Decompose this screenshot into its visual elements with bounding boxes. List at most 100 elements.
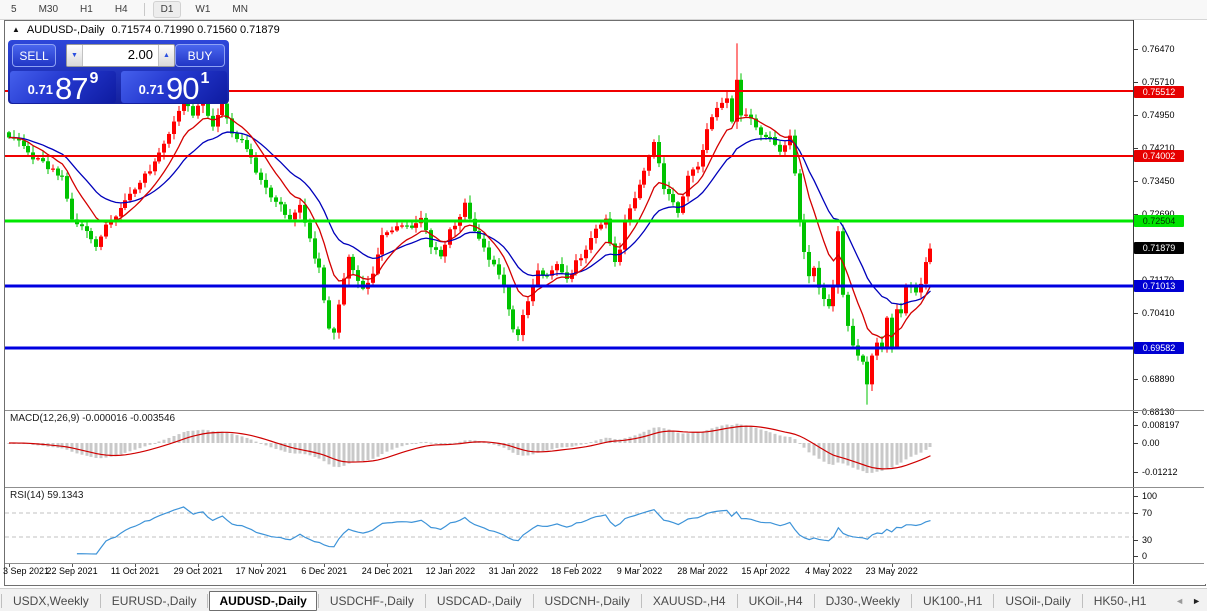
sell-button[interactable]: SELL bbox=[12, 44, 56, 67]
rsi-tick-label: 0 bbox=[1142, 551, 1148, 561]
sell-price-prefix: 0.71 bbox=[27, 82, 53, 97]
axis-tick-mark bbox=[1134, 313, 1138, 314]
price-tick-label: 0.70410 bbox=[1142, 308, 1175, 318]
buy-price-big: 90 bbox=[165, 71, 199, 106]
timeframe-button-m30[interactable]: M30 bbox=[31, 1, 66, 18]
buy-price-display[interactable]: 0.71 90 1 bbox=[121, 70, 227, 106]
symbol-tab-usdchf-daily[interactable]: USDCHF-,Daily bbox=[320, 591, 424, 611]
one-click-trading-panel: SELL ▼ 2.00 ▲ BUY 0.71 87 9 0.71 90 1 bbox=[8, 40, 229, 104]
rsi-tick-label: 100 bbox=[1142, 491, 1158, 501]
symbol-tab-bar: USDX,Weekly EURUSD-,Daily AUDUSD-,Daily USD… bbox=[0, 588, 1207, 611]
date-tick-label: 23 May 2022 bbox=[865, 566, 918, 576]
tab-separator bbox=[993, 593, 995, 608]
tab-separator bbox=[640, 593, 642, 608]
symbol-tab-usdcnh-daily[interactable]: USDCNH-,Daily bbox=[535, 591, 640, 611]
symbol-tab-uk100-h1[interactable]: UK100-,H1 bbox=[913, 591, 992, 611]
chart-symbol-title: AUDUSD-,Daily bbox=[26, 24, 105, 36]
timeframe-button-mn[interactable]: MN bbox=[224, 1, 256, 18]
volume-field[interactable]: 2.00 bbox=[83, 45, 158, 66]
axis-tick-mark bbox=[1134, 513, 1138, 514]
axis-tick-mark bbox=[1134, 556, 1138, 557]
date-tick-label: 28 Mar 2022 bbox=[677, 566, 728, 576]
timeframe-button-5[interactable]: 5 bbox=[3, 1, 25, 18]
symbol-tab-xauusd-h4[interactable]: XAUUSD-,H4 bbox=[643, 591, 736, 611]
symbol-tab-usoil-daily[interactable]: USOil-,Daily bbox=[995, 591, 1080, 611]
tab-list: USDX,Weekly EURUSD-,Daily AUDUSD-,Daily USD… bbox=[0, 590, 1157, 611]
price-tick-label: 0.74950 bbox=[1142, 110, 1175, 120]
axis-tick-mark bbox=[1134, 472, 1138, 473]
volume-increase-button[interactable]: ▲ bbox=[158, 45, 174, 66]
macd-indicator-label: MACD(12,26,9) -0.000016 -0.003546 bbox=[10, 413, 176, 424]
macd-tick-label: 0.008197 bbox=[1142, 420, 1180, 430]
rsi-panel-separator bbox=[5, 487, 1204, 488]
rsi-tick-label: 70 bbox=[1142, 508, 1153, 518]
price-tick-label: 0.68130 bbox=[1142, 407, 1175, 417]
buy-button[interactable]: BUY bbox=[175, 44, 225, 67]
symbol-tab-usdcad-daily[interactable]: USDCAD-,Daily bbox=[427, 591, 532, 611]
date-tick-label: 18 Feb 2022 bbox=[551, 566, 602, 576]
date-tick-label: 3 Sep 2021 bbox=[3, 566, 50, 576]
date-tick-label: 9 Mar 2022 bbox=[616, 566, 663, 576]
axis-tick-mark bbox=[1134, 443, 1138, 444]
volume-decrease-button[interactable]: ▼ bbox=[67, 45, 83, 66]
date-tick-label: 29 Oct 2021 bbox=[173, 566, 223, 576]
price-tick-label: 0.68890 bbox=[1142, 374, 1175, 384]
macd-panel-separator bbox=[5, 410, 1204, 411]
axis-tick-mark bbox=[1134, 82, 1138, 83]
date-axis-separator bbox=[5, 563, 1204, 564]
price-level-badge: 0.75512 bbox=[1134, 86, 1184, 98]
rsi-indicator-label: RSI(14) 59.1343 bbox=[10, 490, 84, 501]
date-tick-label: 15 Apr 2022 bbox=[741, 566, 790, 576]
volume-spinner: ▼ 2.00 ▲ bbox=[66, 44, 175, 67]
tab-separator bbox=[532, 593, 534, 608]
price-level-badge: 0.72504 bbox=[1134, 215, 1184, 227]
price-level-badge: 0.69582 bbox=[1134, 342, 1184, 354]
tab-separator bbox=[99, 593, 101, 608]
axis-tick-mark bbox=[1134, 49, 1138, 50]
buy-price-prefix: 0.71 bbox=[138, 82, 164, 97]
date-tick-label: 24 Dec 2021 bbox=[361, 566, 413, 576]
date-tick-label: 31 Jan 2022 bbox=[488, 566, 539, 576]
axis-tick-mark bbox=[1134, 379, 1138, 380]
symbol-tab-ukoil-h4[interactable]: UKOil-,H4 bbox=[739, 591, 813, 611]
tabs-scroll-right-icon[interactable]: ► bbox=[1192, 596, 1201, 606]
timeframe-button-h1[interactable]: H1 bbox=[72, 1, 101, 18]
symbol-tab-eurusd-daily[interactable]: EURUSD-,Daily bbox=[102, 591, 207, 611]
date-tick-label: 22 Sep 2021 bbox=[46, 566, 98, 576]
tab-separator bbox=[736, 593, 738, 608]
date-tick-label: 11 Oct 2021 bbox=[110, 566, 160, 576]
tab-separator bbox=[911, 593, 913, 608]
price-tick-label: 0.73450 bbox=[1142, 176, 1175, 186]
symbol-tab-usdx-weekly[interactable]: USDX,Weekly bbox=[3, 591, 99, 611]
symbol-tab-dj30-weekly[interactable]: DJ30-,Weekly bbox=[816, 591, 910, 611]
ohlc-quotes: 0.71574 0.71990 0.71560 0.71879 bbox=[111, 24, 280, 36]
timeframe-button-w1[interactable]: W1 bbox=[187, 1, 218, 18]
macd-tick-label: 0.00 bbox=[1142, 438, 1160, 448]
triangle-down-icon: ▼ bbox=[71, 52, 78, 59]
price-axis[interactable]: 0.76470 0.75710 0.74950 0.74210 0.73450 0.726… bbox=[1133, 20, 1206, 584]
buy-price-sup: 1 bbox=[200, 70, 210, 87]
axis-tick-mark bbox=[1134, 148, 1138, 149]
price-level-badge: 0.74002 bbox=[1134, 150, 1184, 162]
tab-separator bbox=[317, 593, 319, 608]
toolbar-separator bbox=[143, 3, 145, 16]
macd-tick-label: -0.01212 bbox=[1142, 467, 1178, 477]
tabs-scroll-left-icon[interactable]: ◄ bbox=[1175, 596, 1184, 606]
axis-tick-mark bbox=[1134, 115, 1138, 116]
price-level-badge: 0.71879 bbox=[1134, 242, 1184, 254]
timeframe-button-d1[interactable]: D1 bbox=[152, 1, 182, 18]
symbol-tab-audusd-daily[interactable]: AUDUSD-,Daily bbox=[209, 590, 317, 611]
chart-title-row: ▲ AUDUSD-,Daily 0.71574 0.71990 0.71560 … bbox=[12, 24, 280, 36]
tab-separator bbox=[207, 593, 209, 608]
symbol-tab-hk50-h1[interactable]: HK50-,H1 bbox=[1084, 591, 1157, 611]
price-tick-label: 0.76470 bbox=[1142, 44, 1175, 54]
date-tick-label: 17 Nov 2021 bbox=[235, 566, 287, 576]
axis-tick-mark bbox=[1134, 181, 1138, 182]
collapse-icon[interactable]: ▲ bbox=[12, 25, 20, 35]
date-tick-label: 6 Dec 2021 bbox=[301, 566, 348, 576]
timeframe-toolbar: 5 M30 H1 H4 D1 W1 MN bbox=[0, 0, 1207, 20]
triangle-up-icon: ▲ bbox=[163, 52, 170, 59]
price-level-badge: 0.71013 bbox=[1134, 280, 1184, 292]
timeframe-button-h4[interactable]: H4 bbox=[107, 1, 136, 18]
sell-price-display[interactable]: 0.71 87 9 bbox=[10, 70, 116, 104]
